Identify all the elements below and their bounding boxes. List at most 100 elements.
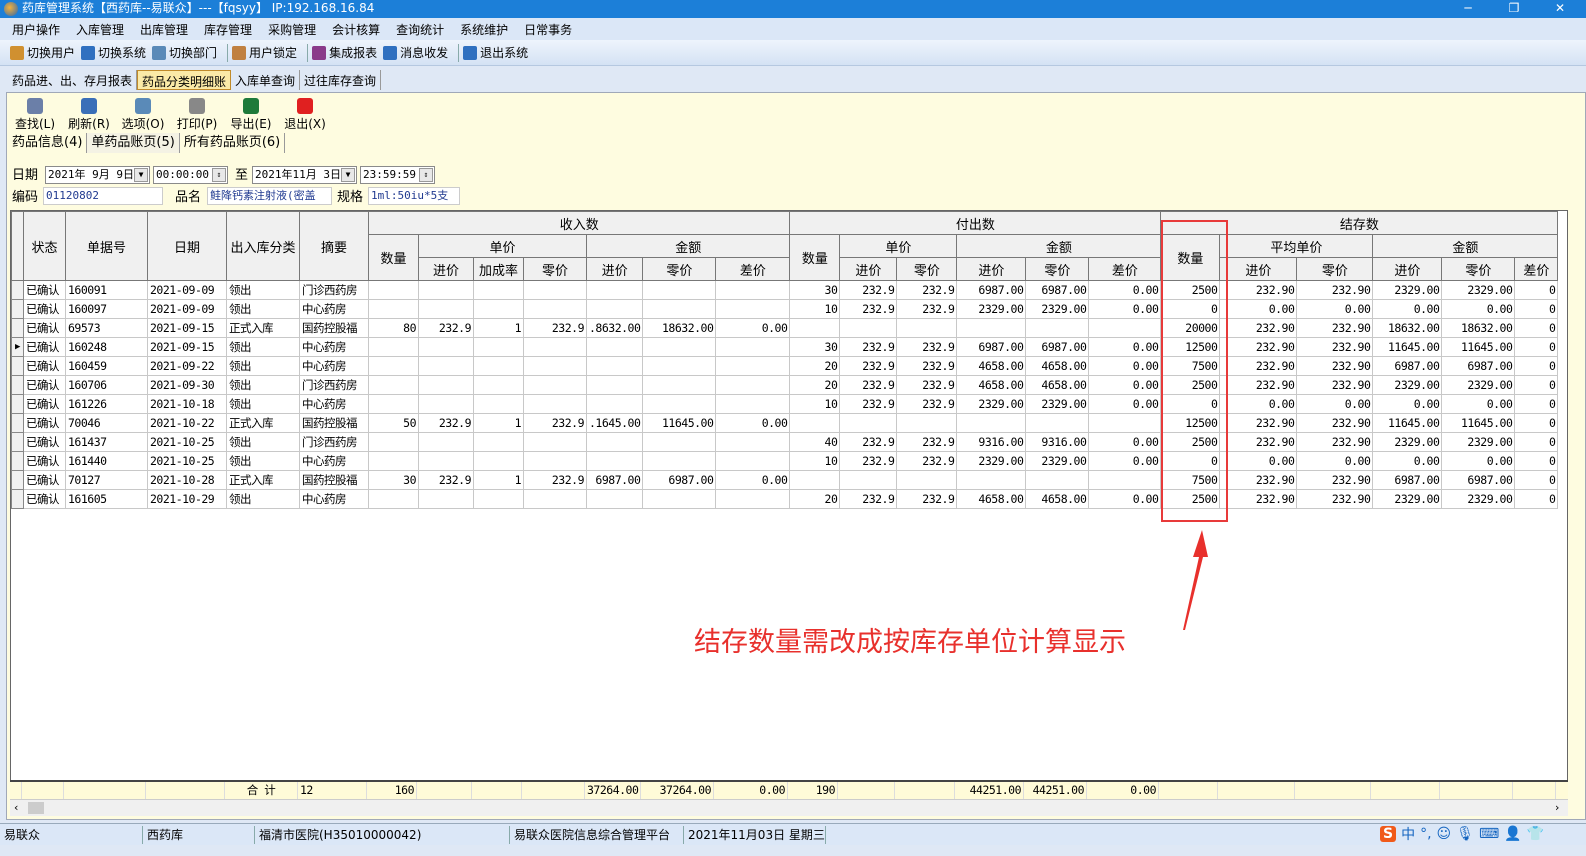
user-icon[interactable]: 👤 bbox=[1504, 826, 1521, 842]
module-tab[interactable]: 入库单查询 bbox=[231, 70, 301, 90]
action-button[interactable]: 刷新(R) bbox=[62, 98, 116, 132]
sub-tab[interactable]: 药品信息(4) bbox=[8, 133, 88, 153]
toolbar-button[interactable]: 退出系统 bbox=[463, 44, 528, 61]
column-header[interactable]: 金额 bbox=[585, 234, 791, 258]
menu-item[interactable]: 库存管理 bbox=[196, 21, 260, 38]
chinese-mode-icon[interactable]: 中 bbox=[1401, 824, 1415, 844]
column-header[interactable]: 零价 bbox=[896, 257, 958, 281]
spinner-icon[interactable]: ⇕ bbox=[419, 168, 433, 182]
row-indicator[interactable] bbox=[11, 432, 24, 452]
column-header[interactable]: 平均单价 bbox=[1219, 234, 1374, 258]
column-header[interactable]: 数量 bbox=[368, 234, 419, 281]
toolbar-button[interactable]: 切换系统 bbox=[81, 44, 146, 61]
row-indicator[interactable]: ▶ bbox=[11, 337, 24, 357]
row-indicator[interactable] bbox=[11, 394, 24, 414]
column-header[interactable]: 零价 bbox=[1441, 257, 1516, 281]
column-header[interactable]: 状态 bbox=[23, 211, 66, 281]
menu-item[interactable]: 用户操作 bbox=[4, 21, 68, 38]
sogou-ime-icon[interactable]: S bbox=[1380, 826, 1397, 842]
column-header[interactable]: 差价 bbox=[1514, 257, 1559, 281]
ledger-grid[interactable]: 状态 单据号 日期 出入库分类 摘要 收入数 付出数 结存数 数量 单价 金额 数量 单价 金额 数量 平均单… bbox=[10, 210, 1568, 800]
column-header[interactable]: 日期 bbox=[147, 211, 227, 281]
action-button[interactable]: 选项(O) bbox=[116, 98, 170, 132]
column-header[interactable]: 零价 bbox=[1025, 257, 1090, 281]
column-header[interactable]: 单价 bbox=[418, 234, 587, 258]
scroll-right-icon[interactable]: › bbox=[1555, 801, 1559, 814]
row-indicator[interactable] bbox=[11, 489, 24, 509]
toolbar-button[interactable]: 消息收发 bbox=[383, 44, 448, 61]
menu-item[interactable]: 采购管理 bbox=[260, 21, 324, 38]
action-button[interactable]: 打印(P) bbox=[170, 98, 224, 132]
column-header[interactable]: 零价 bbox=[523, 257, 587, 281]
column-header[interactable]: 数量 bbox=[789, 234, 841, 281]
scroll-left-icon[interactable]: ‹ bbox=[14, 801, 18, 814]
module-tab[interactable]: 药品分类明细账 bbox=[137, 70, 232, 90]
toolbar-button[interactable]: 切换部门 bbox=[152, 44, 217, 61]
menu-item[interactable]: 出库管理 bbox=[132, 21, 196, 38]
column-header[interactable]: 差价 bbox=[715, 257, 791, 281]
column-header[interactable]: 金额 bbox=[1372, 234, 1559, 258]
punctuation-icon[interactable]: °, bbox=[1420, 826, 1431, 842]
action-button[interactable]: 查找(L) bbox=[8, 98, 62, 132]
table-row[interactable]: 已确认 161440 2021-10-25 领出 中心药房 10 232.9 232.9 232… bbox=[11, 451, 1559, 471]
column-header[interactable]: 金额 bbox=[956, 234, 1162, 258]
toolbar-button[interactable]: 用户锁定 bbox=[232, 44, 297, 61]
table-row[interactable]: 已确认 160097 2021-09-09 领出 中心药房 10 232.9 232.9 232… bbox=[11, 299, 1559, 319]
table-row[interactable]: 已确认 69573 2021-09-15 正式入库 国药控股福 80 232.9 1 232.9… bbox=[11, 318, 1559, 338]
row-indicator[interactable] bbox=[11, 375, 24, 395]
column-header[interactable]: 差价 bbox=[1088, 257, 1162, 281]
row-indicator[interactable] bbox=[11, 280, 24, 300]
column-header[interactable]: 零价 bbox=[1296, 257, 1374, 281]
column-header[interactable]: 收入数 bbox=[367, 211, 791, 235]
column-header[interactable]: 进价 bbox=[418, 257, 474, 281]
minimize-button[interactable]: ─ bbox=[1448, 0, 1488, 18]
column-header[interactable]: 进价 bbox=[1219, 257, 1298, 281]
sub-tab[interactable]: 所有药品账页(6) bbox=[180, 133, 286, 153]
menu-item[interactable]: 入库管理 bbox=[68, 21, 132, 38]
table-row[interactable]: 已确认 70046 2021-10-22 正式入库 国药控股福 50 232.9 1 232.9… bbox=[11, 413, 1559, 433]
drug-name-field[interactable]: 鲑降钙素注射液(密盖 bbox=[207, 187, 332, 205]
row-indicator[interactable] bbox=[11, 299, 24, 319]
skin-icon[interactable]: 👕 bbox=[1527, 826, 1544, 842]
menu-item[interactable]: 日常事务 bbox=[516, 21, 580, 38]
action-button[interactable]: 导出(E) bbox=[224, 98, 278, 132]
row-indicator[interactable] bbox=[11, 451, 24, 471]
column-header[interactable]: 摘要 bbox=[299, 211, 369, 281]
column-header[interactable]: 进价 bbox=[956, 257, 1027, 281]
dropdown-arrow-icon[interactable]: ▼ bbox=[341, 168, 355, 182]
column-header[interactable]: 出入库分类 bbox=[226, 211, 300, 281]
column-header[interactable]: 单据号 bbox=[65, 211, 148, 281]
date-from-picker[interactable]: 2021年 9月 9日 ▼ bbox=[45, 166, 150, 184]
column-header[interactable]: 加成率 bbox=[473, 257, 524, 281]
column-header[interactable]: 零价 bbox=[642, 257, 717, 281]
menu-item[interactable]: 会计核算 bbox=[324, 21, 388, 38]
time-to-spinner[interactable]: 23:59:59 ⇕ bbox=[360, 166, 435, 184]
table-row[interactable]: ▶ 已确认 160248 2021-09-15 领出 中心药房 30 232.9 232.9 69… bbox=[11, 337, 1559, 357]
table-row[interactable]: 已确认 160706 2021-09-30 领出 门诊西药房 20 232.9 232.9 46… bbox=[11, 375, 1559, 395]
column-header[interactable] bbox=[11, 211, 24, 281]
menu-item[interactable]: 系统维护 bbox=[452, 21, 516, 38]
table-row[interactable]: 已确认 160091 2021-09-09 领出 门诊西药房 30 232.9 232.9 69… bbox=[11, 280, 1559, 300]
sub-tab[interactable]: 单药品账页(5) bbox=[87, 133, 180, 153]
column-header[interactable]: 进价 bbox=[839, 257, 898, 281]
action-button[interactable]: 退出(X) bbox=[278, 98, 332, 132]
row-indicator[interactable] bbox=[11, 356, 24, 376]
column-header[interactable]: 进价 bbox=[1372, 257, 1443, 281]
scroll-thumb[interactable] bbox=[28, 802, 44, 814]
mic-icon[interactable]: 🎙 bbox=[1456, 826, 1474, 842]
date-to-picker[interactable]: 2021年11月 3日 ▼ bbox=[252, 166, 357, 184]
spec-field[interactable]: 1ml:50iu*5支 bbox=[368, 187, 460, 205]
table-row[interactable]: 已确认 70127 2021-10-28 正式入库 国药控股福 30 232.9 1 232.9… bbox=[11, 470, 1559, 490]
keyboard-icon[interactable]: ⌨ bbox=[1479, 826, 1499, 842]
table-row[interactable]: 已确认 161226 2021-10-18 领出 中心药房 10 232.9 232.9 232… bbox=[11, 394, 1559, 414]
emoji-icon[interactable]: ☺ bbox=[1437, 826, 1452, 842]
module-tab[interactable]: 药品进、出、存月报表 bbox=[8, 70, 138, 90]
restore-button[interactable]: ❐ bbox=[1494, 0, 1534, 18]
module-tab[interactable]: 过往库存查询 bbox=[300, 70, 382, 90]
row-indicator[interactable] bbox=[11, 318, 24, 338]
table-row[interactable]: 已确认 160459 2021-09-22 领出 中心药房 20 232.9 232.9 465… bbox=[11, 356, 1559, 376]
table-row[interactable]: 已确认 161605 2021-10-29 领出 中心药房 20 232.9 232.9 465… bbox=[11, 489, 1559, 509]
horizontal-scrollbar[interactable]: ‹ › bbox=[10, 799, 1568, 816]
toolbar-button[interactable]: 集成报表 bbox=[312, 44, 377, 61]
toolbar-button[interactable]: 切换用户 bbox=[10, 44, 75, 61]
